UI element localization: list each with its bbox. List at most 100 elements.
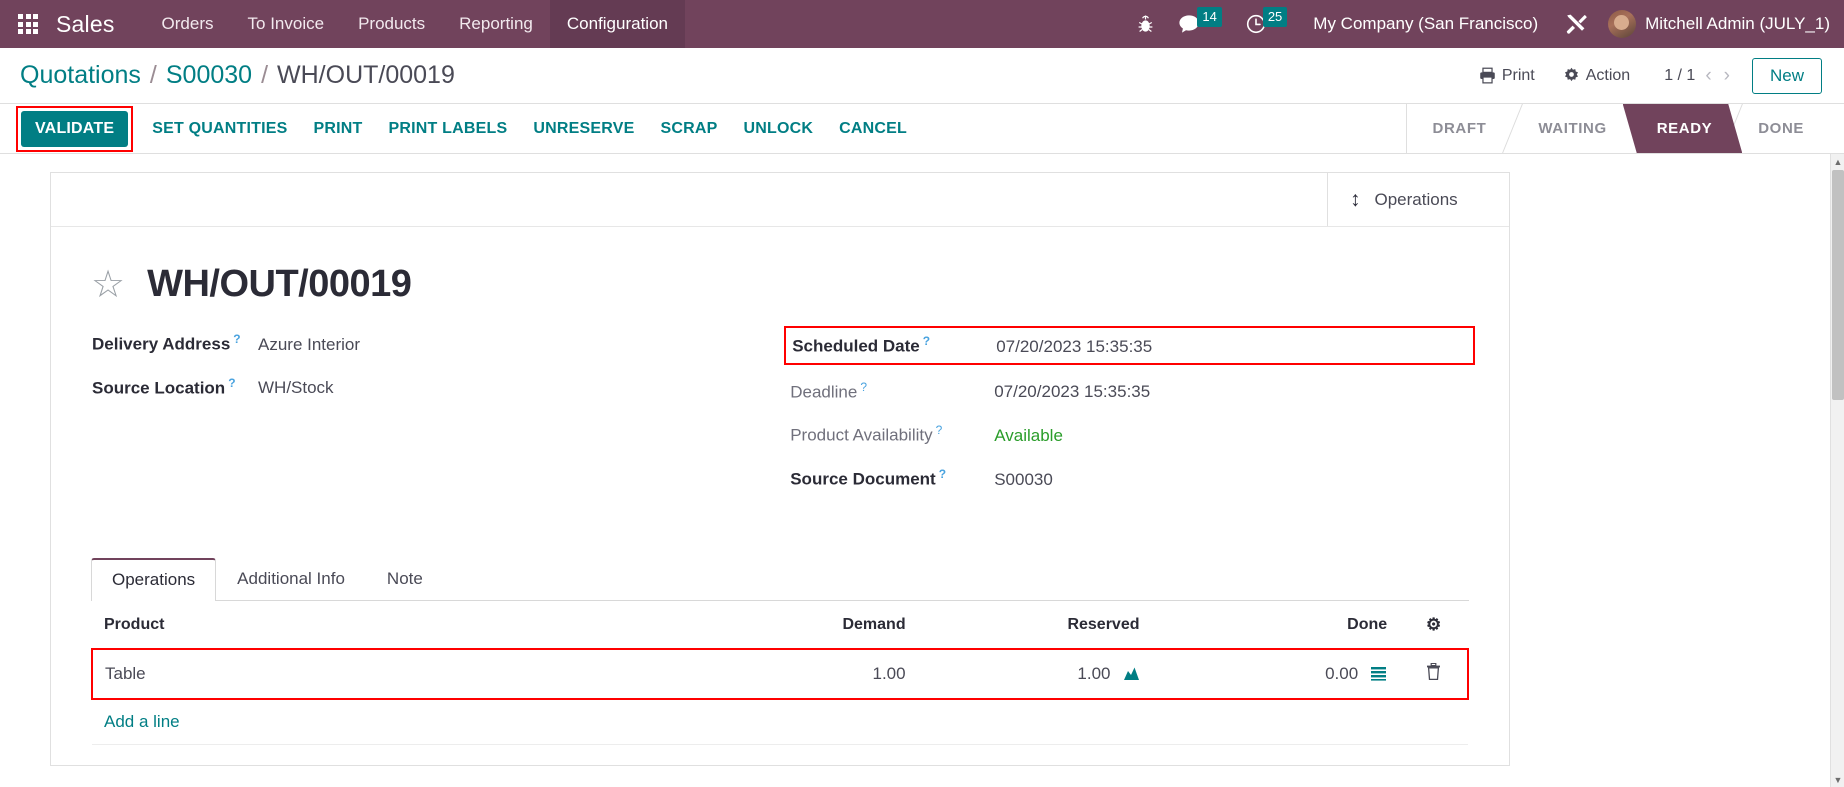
new-record-button[interactable]: New [1751,57,1822,94]
unreserve-button[interactable]: UNRESERVE [520,112,647,146]
add-a-line-row[interactable]: Add a line [92,698,1468,745]
tab-note[interactable]: Note [366,558,444,601]
cell-done[interactable]: 0.00 [1151,647,1400,700]
control-panel: Quotations / S00030 / WH/OUT/00019 Print… [0,48,1844,104]
cancel-button[interactable]: CANCEL [826,112,920,146]
print-menu-button[interactable]: Print [1465,61,1549,91]
sliders-icon: ⚙︎ [1425,614,1442,634]
gear-icon [1564,67,1578,82]
breadcrumb-separator: / [261,61,269,89]
menu-item-to-invoice[interactable]: To Invoice [231,0,342,48]
scroll-down-button[interactable]: ▼ [1831,772,1844,787]
breadcrumb-item-s00030[interactable]: S00030 [166,61,252,90]
help-icon[interactable]: ? [233,332,240,346]
stat-button-box: ↕ Operations [51,173,1509,227]
menu-item-products[interactable]: Products [341,0,442,48]
star-outline-icon[interactable]: ☆ [91,266,125,304]
apps-menu-button[interactable] [0,0,56,48]
unlock-button[interactable]: UNLOCK [730,112,826,146]
print-button[interactable]: PRINT [301,112,376,146]
cell-demand[interactable]: 1.00 [697,647,918,700]
field-label-scheduled-date: Scheduled Date? [792,334,931,356]
field-label-product-availability: Product Availability? [790,423,943,445]
help-icon[interactable]: ? [936,423,943,437]
breadcrumb: Quotations / S00030 / WH/OUT/00019 [20,61,455,90]
scheduled-date-highlight: Scheduled Date? 07/20/2023 15:35:35 [784,326,1475,365]
user-name-label: Mitchell Admin (JULY_1) [1645,14,1830,33]
field-product-availability: Product Availability? Available [790,423,1469,446]
cell-delete[interactable] [1399,647,1469,700]
help-icon[interactable]: ? [860,380,867,394]
optional-columns-dropdown[interactable]: ⚙︎ [1399,600,1468,650]
pager-value: 1 / 1 [1664,66,1696,84]
field-value-source-document[interactable]: S00030 [994,470,1053,490]
pager-next-button[interactable]: › [1724,65,1730,87]
trash-icon[interactable] [1426,662,1441,680]
add-line-cell: Add a line [92,698,1468,745]
scroll-up-button[interactable]: ▲ [1831,154,1844,169]
pager-previous-button[interactable]: ‹ [1705,65,1711,87]
menu-item-orders[interactable]: Orders [145,0,231,48]
breadcrumb-item-quotations[interactable]: Quotations [20,61,141,90]
menu-item-configuration[interactable]: Configuration [549,0,685,48]
field-value-deadline[interactable]: 07/20/2023 15:35:35 [994,382,1150,402]
user-menu-button[interactable]: Mitchell Admin (JULY_1) [1600,10,1830,38]
debug-menu-button[interactable] [1125,0,1166,48]
cell-reserved[interactable]: 1.00 [917,647,1152,700]
messaging-menu-button[interactable]: 14 [1166,0,1233,48]
app-brand-sales[interactable]: Sales [56,11,115,38]
tab-operations[interactable]: Operations [91,557,217,601]
quick-tools-button[interactable] [1552,0,1600,48]
table-row[interactable]: Table 1.00 1.00 0.00 [90,647,1469,700]
form-sheet: ↕ Operations ☆ WH/OUT/00019 Delivery Add… [50,172,1510,766]
field-source-document: Source Document? S00030 [790,467,1469,490]
validate-button-highlight: VALIDATE [16,105,134,152]
messages-count-badge: 14 [1197,7,1222,27]
scrap-button[interactable]: SCRAP [647,112,730,146]
notebook-tabs: Operations Additional Info Note [91,557,1469,601]
table-header-row: Product Demand Reserved Done ⚙︎ [92,600,1468,650]
field-value-source-location[interactable]: WH/Stock [258,378,334,398]
stage-waiting[interactable]: WAITING [1512,104,1633,153]
action-label: Action [1585,66,1631,84]
cell-reserved-value: 1.00 [1077,663,1111,683]
column-header-done: Done [1151,600,1400,650]
stat-button-operations[interactable]: ↕ Operations [1327,173,1509,226]
form-background: ↕ Operations ☆ WH/OUT/00019 Delivery Add… [0,154,1844,766]
validate-button[interactable]: VALIDATE [21,110,129,147]
help-icon[interactable]: ? [228,376,235,390]
tab-additional-info[interactable]: Additional Info [216,558,366,601]
field-value-delivery-address[interactable]: Azure Interior [258,335,360,355]
top-navbar: Sales Orders To Invoice Products Reporti… [0,0,1844,48]
help-icon[interactable]: ? [923,334,930,348]
help-icon[interactable]: ? [939,467,946,481]
vertical-scrollbar[interactable]: ▲ ▼ [1830,154,1844,787]
set-quantities-button[interactable]: SET QUANTITIES [139,112,300,146]
add-a-line-button[interactable]: Add a line [104,712,180,731]
activity-menu-button[interactable]: 25 [1234,0,1299,48]
field-group-columns: Delivery Address? Azure Interior Source … [91,326,1475,511]
status-pipeline: DRAFT WAITING READY DONE [1405,104,1844,153]
cell-product[interactable]: Table [90,647,698,700]
lots-chart-icon[interactable] [1123,666,1140,681]
main-menu: Orders To Invoice Products Reporting Con… [145,0,685,48]
print-labels-button[interactable]: PRINT LABELS [376,112,521,146]
action-menu-button[interactable]: Action [1549,61,1644,91]
avatar [1608,10,1637,38]
navbar-systray: 14 25 My Company (San Francisco) Mitchel… [1125,0,1844,48]
detail-list-icon[interactable] [1370,666,1387,681]
stat-button-label: Operations [1374,189,1458,209]
stage-ready[interactable]: READY [1623,104,1743,153]
stage-draft[interactable]: DRAFT [1406,104,1513,153]
menu-item-reporting[interactable]: Reporting [442,0,550,48]
operations-table: Product Demand Reserved Done ⚙︎ Table 1.… [90,600,1469,745]
scrollbar-thumb[interactable] [1832,170,1844,400]
company-switcher[interactable]: My Company (San Francisco) [1299,14,1552,34]
stage-done[interactable]: DONE [1732,104,1844,153]
apps-grid-icon [18,14,38,34]
field-value-scheduled-date[interactable]: 07/20/2023 15:35:35 [996,337,1152,357]
printer-icon [1480,67,1495,84]
arrows-vertical-icon: ↕ [1350,188,1361,211]
field-source-location: Source Location? WH/Stock [92,376,766,399]
notebook: Operations Additional Info Note Product … [90,557,1469,745]
